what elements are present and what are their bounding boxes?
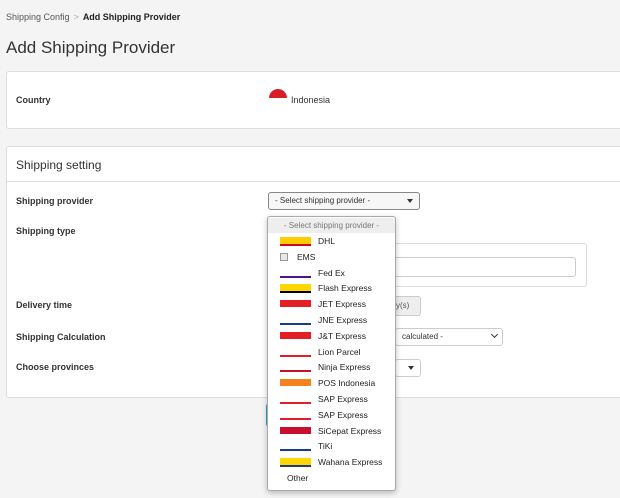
country-label: Country: [16, 95, 51, 105]
provider-option-label: POS Indonesia: [318, 378, 376, 389]
shipping-setting-title: Shipping setting: [16, 158, 102, 172]
provider-option-label: SiCepat Express: [318, 425, 382, 436]
provider-option-label: Flash Express: [318, 283, 372, 294]
country-value: Indonesia: [291, 95, 331, 105]
provider-option[interactable]: SAP Express: [268, 392, 395, 407]
provider-option[interactable]: SAP Express: [268, 408, 395, 423]
provider-option[interactable]: JNE Express: [268, 313, 395, 328]
provider-option-label: SAP Express: [318, 394, 368, 404]
jet-express-logo: [280, 300, 311, 310]
provider-option[interactable]: EMS: [268, 250, 395, 265]
breadcrumb-separator: >: [73, 12, 79, 22]
flash-express-logo: [280, 284, 311, 294]
breadcrumb-current: Add Shipping Provider: [82, 12, 181, 22]
shipping-calculation-label: Shipping Calculation: [16, 332, 106, 342]
provider-option[interactable]: JET Express: [268, 297, 395, 312]
provider-option[interactable]: DHL: [268, 234, 395, 249]
provider-option-label: J&T Express: [318, 330, 367, 341]
provider-option[interactable]: Other: [268, 471, 395, 486]
provider-option-label: JNE Express: [318, 315, 368, 325]
section-divider: [7, 181, 620, 182]
provider-option-label: JET Express: [318, 299, 367, 310]
fedex-logo: [280, 268, 311, 278]
provider-option-label: Fed Ex: [318, 267, 345, 278]
provider-option-label: Wahana Express: [318, 457, 383, 468]
sap-express-logo: [280, 410, 311, 420]
lion-parcel-logo: [280, 347, 311, 357]
shipping-calculation-select[interactable]: calculated -: [395, 328, 503, 346]
provider-option[interactable]: POS Indonesia: [268, 376, 395, 391]
provider-option[interactable]: Wahana Express: [268, 455, 395, 470]
provider-option[interactable]: Flash Express: [268, 281, 395, 296]
breadcrumb: Shipping Config > Add Shipping Provider: [6, 12, 180, 22]
jne-logo: [280, 316, 311, 325]
shipping-type-label: Shipping type: [16, 226, 76, 236]
page-title: Add Shipping Provider: [6, 38, 176, 57]
tiki-logo: [280, 442, 311, 452]
shipping-provider-select[interactable]: - Select shipping provider -: [268, 192, 420, 210]
provider-option[interactable]: J&T Express: [268, 329, 395, 344]
chevron-down-icon: [490, 330, 499, 339]
delivery-time-label: Delivery time: [16, 300, 73, 310]
provider-option[interactable]: Lion Parcel: [268, 345, 395, 360]
provider-option[interactable]: Ninja Express: [268, 360, 395, 375]
wahana-logo: [280, 458, 311, 468]
breadcrumb-shipping-config-link[interactable]: Shipping Config: [6, 12, 70, 22]
shipping-provider-label: Shipping provider: [16, 196, 94, 206]
jnt-logo: [280, 331, 311, 341]
sap-express-logo: [280, 395, 311, 404]
broken-image-icon: [280, 252, 288, 261]
indonesia-flag-icon: [269, 89, 287, 107]
shipping-calculation-value: calculated -: [402, 332, 443, 341]
sicepat-logo: [280, 426, 311, 436]
caret-down-icon: [407, 199, 413, 203]
provider-option-label: Ninja Express: [318, 362, 371, 373]
provider-option[interactable]: Fed Ex: [268, 266, 395, 281]
provider-option[interactable]: SiCepat Express: [268, 424, 395, 439]
country-panel: Country Indonesia: [6, 71, 620, 129]
provider-option-label: DHL: [318, 236, 336, 246]
dhl-logo: [280, 237, 311, 246]
choose-provinces-label: Choose provinces: [16, 362, 95, 372]
shipping-provider-select-value: - Select shipping provider -: [275, 196, 371, 205]
provider-option-label: Other: [287, 473, 309, 483]
pos-indonesia-logo: [280, 379, 311, 389]
caret-down-icon: [408, 366, 414, 370]
shipping-provider-dropdown: - Select shipping provider - DHL EMS Fed E…: [267, 216, 396, 491]
shipping-type-input[interactable]: [393, 257, 576, 277]
provider-option-label: Lion Parcel: [318, 346, 361, 357]
provider-option-label: TiKi: [318, 441, 333, 452]
provider-option[interactable]: TiKi: [268, 439, 395, 454]
provider-option-label: EMS: [297, 251, 316, 262]
dropdown-placeholder-option[interactable]: - Select shipping provider -: [268, 218, 395, 233]
ninja-express-logo: [280, 363, 311, 373]
provider-option-label: SAP Express: [318, 409, 368, 420]
choose-provinces-select[interactable]: [395, 359, 421, 377]
